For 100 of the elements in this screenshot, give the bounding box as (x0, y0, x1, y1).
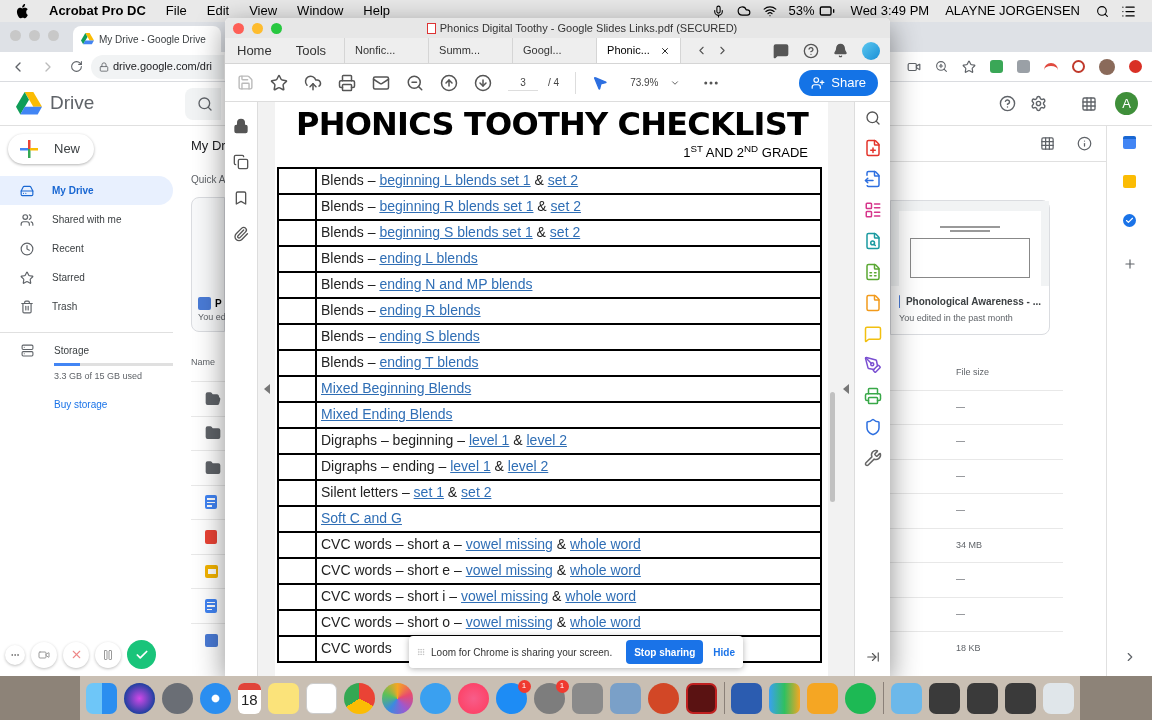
search-icon[interactable] (864, 110, 881, 126)
collapse-left-icon[interactable] (263, 384, 270, 394)
pages-icon[interactable] (233, 154, 249, 170)
search-icon[interactable] (1096, 4, 1109, 18)
pen-icon[interactable] (863, 356, 882, 374)
tasks-icon[interactable] (1123, 214, 1136, 227)
app-icon[interactable] (124, 682, 155, 714)
info-icon[interactable] (1077, 136, 1092, 151)
link[interactable]: ending R blends (379, 302, 481, 318)
battery-percent[interactable]: 53% (788, 1, 815, 21)
link[interactable]: Mixed Ending Blends (321, 406, 453, 422)
scan-icon[interactable] (863, 232, 882, 250)
hide-button[interactable]: Hide (713, 644, 735, 660)
cloud-icon[interactable] (736, 4, 751, 18)
link[interactable]: vowel missing (461, 588, 549, 604)
buy-storage-link[interactable]: Buy storage (54, 396, 173, 412)
user-name[interactable]: ALAYNE JORGENSEN (945, 1, 1080, 21)
nav-item[interactable]: My Drive (0, 176, 173, 205)
create-pdf-icon[interactable] (863, 139, 882, 157)
document-tab[interactable]: Summ... (428, 38, 513, 63)
link[interactable]: beginning L blends set 1 (379, 172, 531, 188)
extension-icon[interactable] (1072, 60, 1085, 73)
link[interactable]: level 2 (526, 432, 567, 448)
account-avatar[interactable]: A (1115, 92, 1138, 115)
expand-panel-icon[interactable] (865, 650, 880, 664)
app-icon[interactable] (685, 682, 717, 714)
lock-icon[interactable] (233, 118, 249, 134)
column-header[interactable]: File size (956, 366, 989, 380)
link[interactable]: level 1 (468, 432, 510, 448)
link[interactable]: ending T blends (379, 354, 479, 370)
document-tab[interactable]: Phonic... (596, 38, 681, 63)
page-number-field[interactable]: 3 (508, 74, 538, 91)
nav-item[interactable]: Starred (0, 263, 173, 292)
menu-item[interactable]: Help (363, 1, 391, 21)
new-button[interactable]: New (8, 134, 94, 164)
nav-tab[interactable]: Home (225, 38, 284, 63)
link[interactable]: set 2 (549, 224, 581, 240)
link[interactable]: whole word (570, 536, 641, 552)
print-production-icon[interactable] (863, 387, 882, 405)
help-icon[interactable] (999, 95, 1016, 112)
link[interactable]: vowel missing (465, 614, 553, 630)
user-avatar[interactable] (862, 41, 880, 60)
profile-avatar[interactable] (1099, 58, 1115, 75)
zoom-out-icon[interactable] (406, 73, 424, 92)
microphone-icon[interactable] (711, 4, 725, 18)
address-bar[interactable]: drive.google.com/dri (91, 54, 224, 79)
clock[interactable]: Wed 3:49 PM (850, 1, 930, 21)
link[interactable]: set 1 (413, 484, 444, 500)
calendar-icon[interactable] (1123, 136, 1136, 149)
nav-item[interactable]: Recent (0, 234, 173, 263)
reload-icon[interactable] (70, 60, 83, 73)
spreadsheet-icon[interactable] (863, 263, 882, 281)
wifi-icon[interactable] (762, 4, 777, 18)
nav-tab[interactable]: Tools (283, 38, 339, 63)
nav-item[interactable]: Trash (0, 292, 173, 321)
next-page-icon[interactable] (474, 73, 492, 92)
app-icon[interactable] (200, 682, 231, 714)
star-icon[interactable] (270, 73, 288, 92)
link[interactable]: beginning S blends set 1 (379, 224, 533, 240)
link[interactable]: whole word (570, 614, 641, 630)
menu-item[interactable]: Edit (206, 1, 230, 21)
notification-icon[interactable] (833, 43, 848, 58)
select-tool-icon[interactable] (592, 74, 609, 91)
app-icon[interactable] (929, 682, 960, 714)
collapse-right-icon[interactable] (842, 384, 849, 394)
link[interactable]: set 2 (550, 198, 581, 214)
link[interactable]: vowel missing (465, 562, 553, 578)
zoom-icon[interactable] (935, 60, 948, 73)
browser-tab[interactable]: My Drive - Google Drive (73, 26, 221, 52)
drag-handle-icon[interactable] (417, 647, 425, 657)
bookmark-icon[interactable] (233, 190, 249, 206)
wrench-icon[interactable] (863, 449, 882, 467)
close-tab-icon[interactable] (660, 45, 671, 56)
mail-icon[interactable] (372, 73, 390, 92)
link[interactable]: ending N and MP blends (379, 276, 533, 292)
settings-icon[interactable] (1030, 95, 1047, 112)
nav-item[interactable]: Shared with me (0, 205, 173, 234)
attachment-icon[interactable] (233, 226, 249, 242)
link[interactable]: set 2 (461, 484, 492, 500)
previous-page-icon[interactable] (440, 73, 458, 92)
menu-item[interactable]: File (165, 1, 187, 21)
calendar-app-icon[interactable]: 18 (238, 682, 261, 714)
app-icon[interactable] (731, 682, 763, 714)
upload-icon[interactable] (304, 73, 322, 92)
link[interactable]: ending L blends (379, 250, 478, 266)
grid-view-icon[interactable] (1040, 136, 1055, 151)
add-icon[interactable] (1122, 257, 1137, 271)
link[interactable]: vowel missing (465, 536, 553, 552)
shield-icon[interactable] (863, 418, 882, 436)
close-button[interactable] (233, 22, 244, 34)
link[interactable]: beginning R blends set 1 (379, 198, 534, 214)
menu-item[interactable]: Window (297, 1, 344, 21)
app-icon[interactable] (967, 682, 998, 714)
document-tab[interactable]: Nonfic... (344, 38, 429, 63)
link[interactable]: whole word (570, 562, 641, 578)
battery-icon[interactable] (818, 3, 835, 19)
export-pdf-icon[interactable] (863, 170, 882, 188)
bookmark-star-icon[interactable] (962, 59, 976, 74)
menu-item[interactable]: View (249, 1, 278, 21)
column-header[interactable]: Name (191, 355, 215, 369)
